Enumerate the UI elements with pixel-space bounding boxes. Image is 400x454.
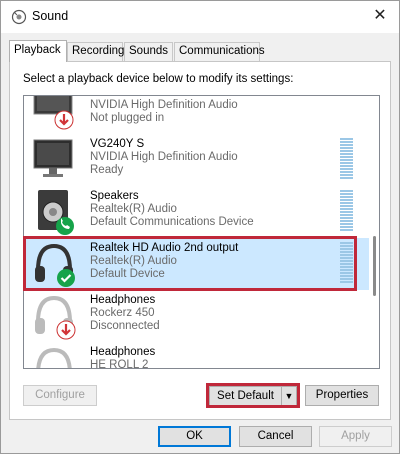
- sound-dialog: Sound ✕ Playback Recording Sounds Commun…: [0, 0, 400, 454]
- device-name: Headphones: [90, 294, 156, 306]
- device-name: Headphones: [90, 346, 156, 358]
- instruction-text: Select a playback device below to modify…: [23, 73, 294, 85]
- device-name: Speakers: [90, 190, 139, 202]
- window-title: Sound: [32, 9, 69, 23]
- device-driver: NVIDIA High Definition Audio: [90, 99, 238, 112]
- device-item[interactable]: NVIDIA High Definition Audio Not plugged…: [24, 96, 379, 134]
- configure-button[interactable]: Configure: [23, 385, 97, 406]
- device-status: Not plugged in: [90, 112, 165, 125]
- speaker-icon: [38, 190, 74, 235]
- scrollbar-thumb[interactable]: [373, 236, 376, 296]
- device-status: Default Device: [90, 268, 165, 281]
- device-item[interactable]: Headphones Rockerz 450 Disconnected: [24, 290, 379, 342]
- headphones-icon: [35, 295, 76, 340]
- device-status: Default Communications Device: [90, 216, 254, 229]
- cancel-button[interactable]: Cancel: [239, 426, 312, 447]
- device-driver: NVIDIA High Definition Audio: [90, 151, 238, 164]
- device-driver: Rockerz 450: [90, 307, 155, 320]
- device-status: Ready: [90, 164, 124, 177]
- apply-button[interactable]: Apply: [319, 426, 392, 447]
- device-item-selected[interactable]: Realtek HD Audio 2nd output Realtek(R) A…: [24, 238, 379, 290]
- volume-meter: [340, 138, 353, 182]
- tab-recording[interactable]: Recording: [67, 42, 124, 61]
- device-name: Realtek HD Audio 2nd output: [90, 242, 239, 254]
- device-driver: Realtek(R) Audio: [90, 203, 177, 216]
- ok-button[interactable]: OK: [158, 426, 231, 447]
- title-bar: Sound ✕: [1, 1, 399, 33]
- device-status: Disconnected: [90, 320, 160, 333]
- device-driver: HE ROLL 2: [90, 359, 149, 369]
- speaker-app-icon: [11, 9, 27, 25]
- device-name: VG240Y S: [90, 138, 145, 150]
- tab-sounds[interactable]: Sounds: [124, 42, 173, 61]
- close-icon[interactable]: ✕: [369, 5, 391, 27]
- set-default-label: Set Default: [217, 390, 274, 402]
- monitor-icon: [33, 96, 74, 130]
- vertical-scrollbar[interactable]: [369, 96, 379, 368]
- headphones-icon: [36, 347, 72, 368]
- tab-playback[interactable]: Playback: [9, 40, 67, 62]
- device-item[interactable]: Headphones HE ROLL 2: [24, 342, 379, 369]
- tab-communications[interactable]: Communications: [174, 42, 265, 61]
- set-default-button[interactable]: Set Default ▼: [209, 386, 297, 407]
- chevron-down-icon[interactable]: ▼: [281, 387, 296, 406]
- monitor-icon: [33, 139, 73, 177]
- device-item[interactable]: VG240Y S NVIDIA High Definition Audio Re…: [24, 134, 379, 186]
- headphones-icon: [35, 243, 75, 287]
- volume-meter: [340, 242, 353, 286]
- volume-meter: [340, 190, 353, 234]
- device-driver: Realtek(R) Audio: [90, 255, 177, 268]
- properties-button[interactable]: Properties: [305, 385, 379, 406]
- device-list[interactable]: NVIDIA High Definition Audio Not plugged…: [23, 95, 380, 369]
- device-item[interactable]: Speakers Realtek(R) Audio Default Commun…: [24, 186, 379, 238]
